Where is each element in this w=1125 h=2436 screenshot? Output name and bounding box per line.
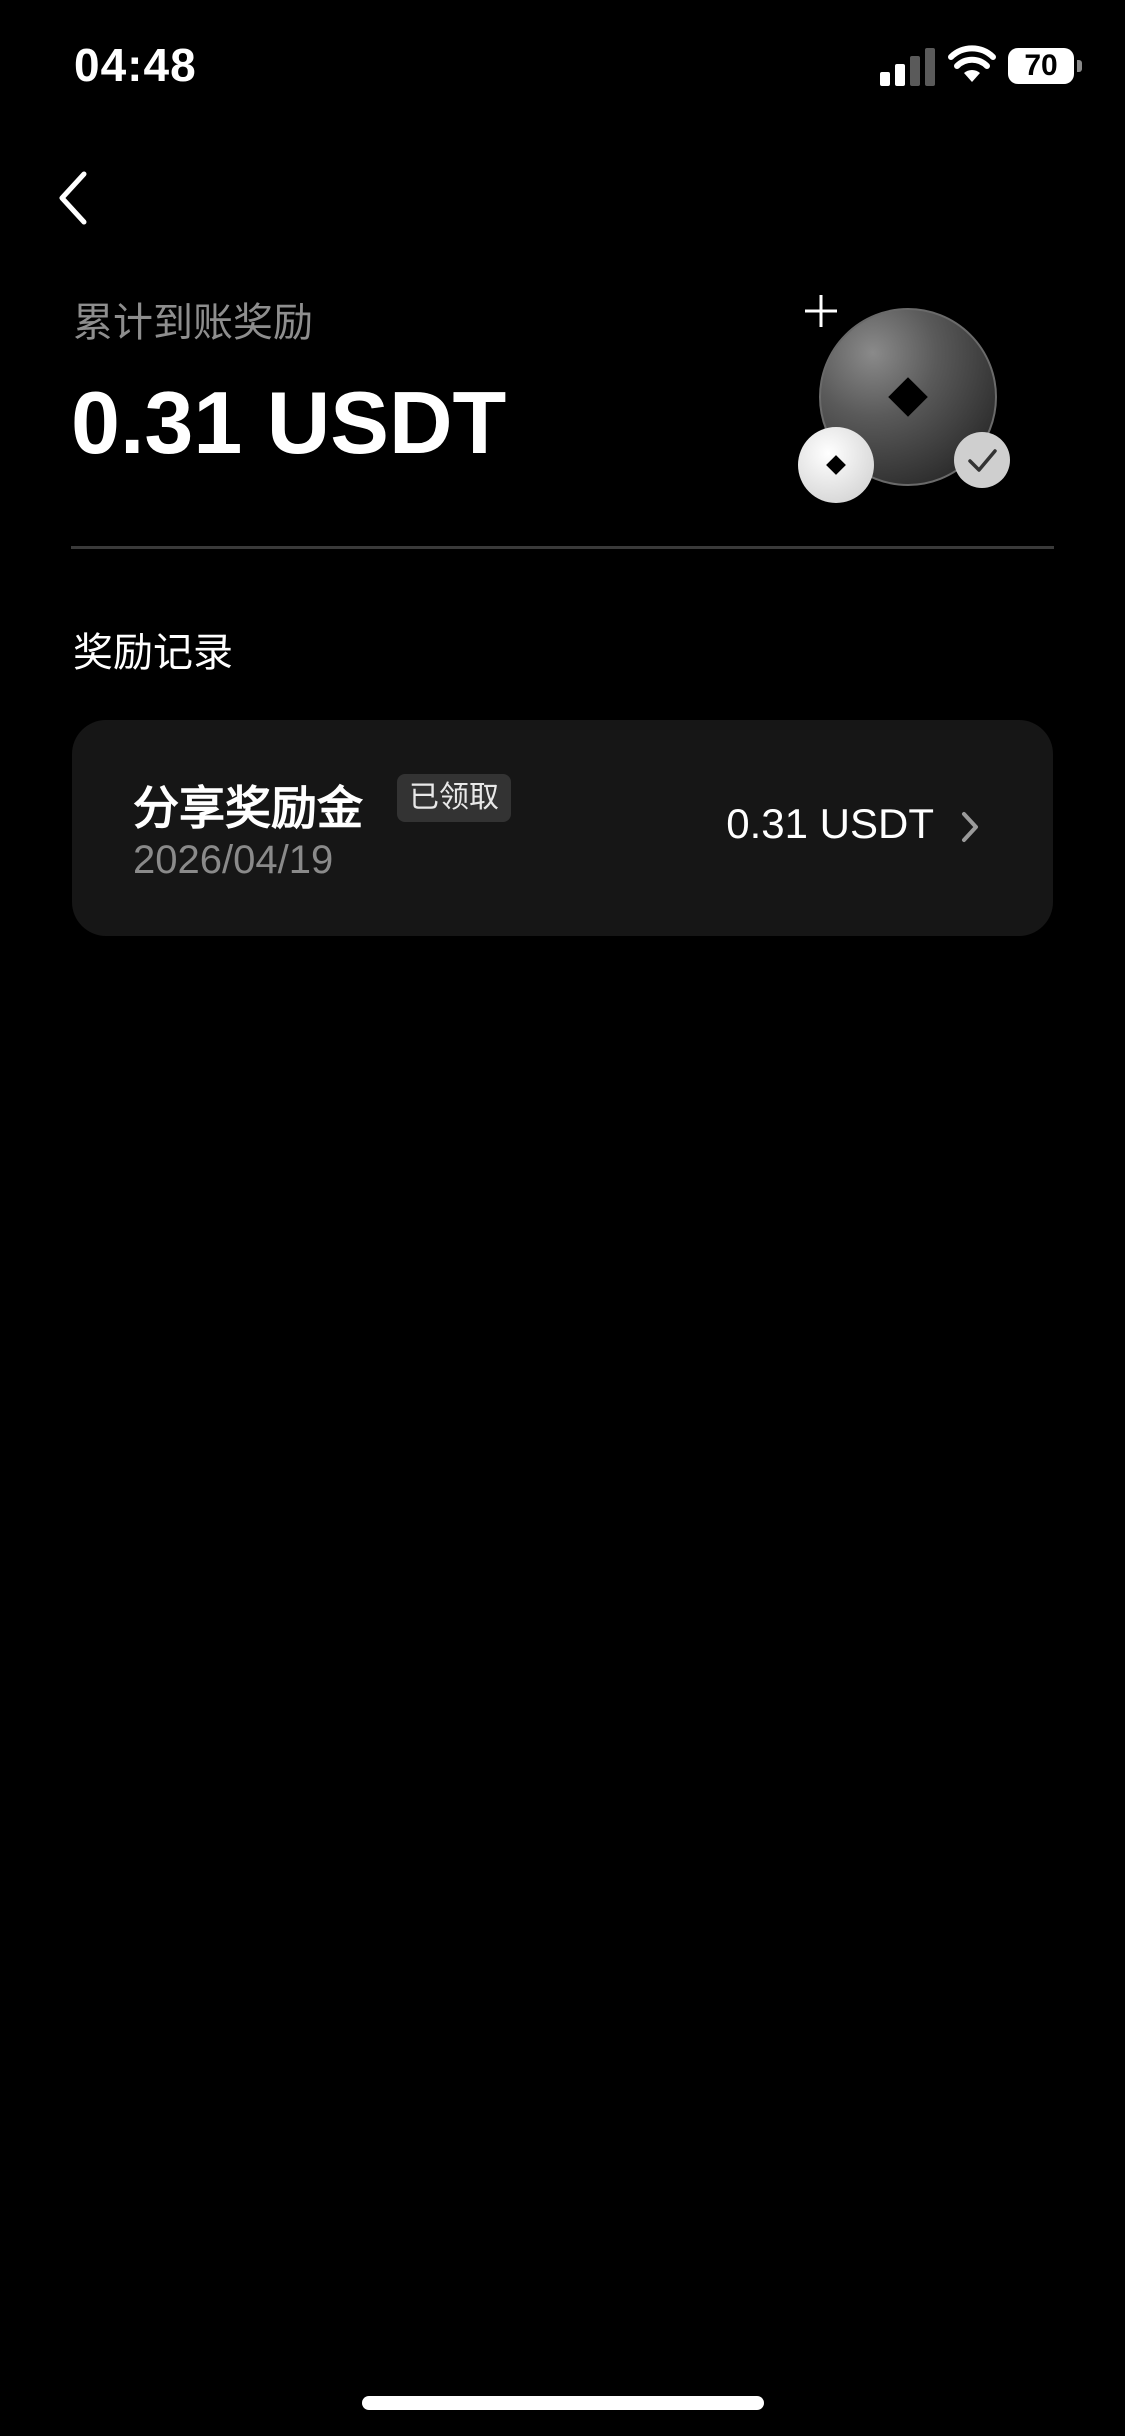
chevron-left-icon: [59, 171, 87, 225]
record-name: 分享奖励金: [133, 781, 363, 835]
back-button[interactable]: [48, 160, 98, 236]
reward-records-title: 奖励记录: [73, 630, 233, 676]
battery-level: 70: [1008, 48, 1074, 84]
cellular-signal-icon: [880, 48, 935, 86]
status-badge: 已领取: [397, 774, 511, 822]
divider: [71, 546, 1054, 549]
home-indicator[interactable]: [362, 2396, 764, 2410]
battery-icon: 70: [1008, 48, 1082, 84]
coins-illustration: [798, 295, 1010, 503]
wifi-icon: [948, 45, 996, 82]
total-rewards-label: 累计到账奖励: [73, 300, 313, 346]
total-rewards-amount: 0.31 USDT: [71, 373, 507, 472]
checkmark-icon: [954, 432, 1010, 488]
status-time: 04:48: [74, 39, 197, 91]
plus-icon: [805, 295, 837, 327]
record-date: 2026/04/19: [133, 838, 334, 882]
chevron-right-icon: [962, 812, 978, 842]
record-amount: 0.31 USDT: [726, 800, 934, 847]
reward-record-item[interactable]: 分享奖励金 已领取 2026/04/19 0.31 USDT: [72, 720, 1053, 936]
